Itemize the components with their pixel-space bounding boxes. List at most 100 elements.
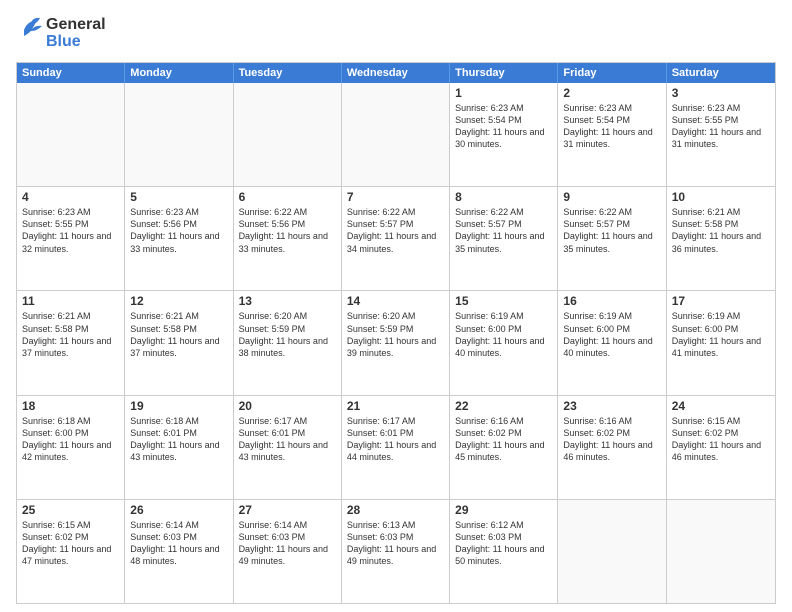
day-number: 18 (22, 399, 119, 413)
day-header-thursday: Thursday (450, 63, 558, 83)
day-header-wednesday: Wednesday (342, 63, 450, 83)
day-number: 2 (563, 86, 660, 100)
day-number: 3 (672, 86, 770, 100)
day-header-saturday: Saturday (667, 63, 775, 83)
day-number: 24 (672, 399, 770, 413)
calendar-cell: 8 Sunrise: 6:22 AM Sunset: 5:57 PM Daylig… (450, 187, 558, 290)
calendar-cell: 12Sunrise: 6:21 AM Sunset: 5:58 PM Dayli… (125, 291, 233, 394)
calendar-cell: 20 Sunrise: 6:17 AM Sunset: 6:01 PM Dayli… (234, 396, 342, 499)
sun-info: Sunrise: 6:16 AM Sunset: 6:02 PM Dayligh… (455, 415, 552, 464)
logo-svg: GeneralBlue (16, 12, 106, 54)
sun-info: Sunrise: 6:19 AM Sunset: 6:00 PM Dayligh… (455, 310, 552, 359)
calendar-cell (558, 500, 666, 603)
day-number: 28 (347, 503, 444, 517)
svg-text:Blue: Blue (46, 33, 81, 50)
day-number: 19 (130, 399, 227, 413)
page: GeneralBlue SundayMondayTuesdayWednesday… (0, 0, 792, 612)
sun-info: Sunrise: 6:22 AM Sunset: 5:56 PM Dayligh… (239, 206, 336, 255)
sun-info: Sunrise: 6:18 AM Sunset: 6:01 PM Dayligh… (130, 415, 227, 464)
day-number: 12 (130, 294, 227, 308)
day-header-tuesday: Tuesday (234, 63, 342, 83)
sun-info: Sunrise: 6:23 AM Sunset: 5:54 PM Dayligh… (455, 102, 552, 151)
calendar-row-2: 11 Sunrise: 6:21 AM Sunset: 5:58 PM Dayli… (17, 290, 775, 394)
sun-info: Sunrise: 6:23 AM Sunset: 5:54 PM Dayligh… (563, 102, 660, 151)
sun-info: Sunrise: 6:23 AM Sunset: 5:55 PM Dayligh… (672, 102, 770, 151)
calendar-row-3: 18Sunrise: 6:18 AM Sunset: 6:00 PM Dayli… (17, 395, 775, 499)
day-number: 14 (347, 294, 444, 308)
sun-info: Sunrise: 6:15 AM Sunset: 6:02 PM Dayligh… (672, 415, 770, 464)
calendar-body: 1 Sunrise: 6:23 AM Sunset: 5:54 PM Daylig… (17, 83, 775, 603)
sun-info: Sunrise: 6:14 AM Sunset: 6:03 PM Dayligh… (239, 519, 336, 568)
day-header-monday: Monday (125, 63, 233, 83)
day-number: 1 (455, 86, 552, 100)
calendar-cell (234, 83, 342, 186)
sun-info: Sunrise: 6:23 AM Sunset: 5:55 PM Dayligh… (22, 206, 119, 255)
day-number: 23 (563, 399, 660, 413)
calendar-cell: 9 Sunrise: 6:22 AM Sunset: 5:57 PM Daylig… (558, 187, 666, 290)
calendar-cell: 19 Sunrise: 6:18 AM Sunset: 6:01 PM Dayli… (125, 396, 233, 499)
calendar-cell: 2 Sunrise: 6:23 AM Sunset: 5:54 PM Daylig… (558, 83, 666, 186)
calendar-cell (17, 83, 125, 186)
header: GeneralBlue (16, 12, 776, 54)
sun-info: Sunrise: 6:19 AM Sunset: 6:00 PM Dayligh… (563, 310, 660, 359)
calendar: SundayMondayTuesdayWednesdayThursdayFrid… (16, 62, 776, 604)
calendar-cell: 10 Sunrise: 6:21 AM Sunset: 5:58 PM Dayli… (667, 187, 775, 290)
day-number: 29 (455, 503, 552, 517)
calendar-cell: 5Sunrise: 6:23 AM Sunset: 5:56 PM Daylig… (125, 187, 233, 290)
calendar-cell: 27Sunrise: 6:14 AM Sunset: 6:03 PM Dayli… (234, 500, 342, 603)
day-number: 20 (239, 399, 336, 413)
calendar-cell (342, 83, 450, 186)
day-number: 13 (239, 294, 336, 308)
day-number: 7 (347, 190, 444, 204)
calendar-row-1: 4 Sunrise: 6:23 AM Sunset: 5:55 PM Daylig… (17, 186, 775, 290)
calendar-cell: 21 Sunrise: 6:17 AM Sunset: 6:01 PM Dayli… (342, 396, 450, 499)
day-number: 11 (22, 294, 119, 308)
logo: GeneralBlue (16, 12, 106, 54)
sun-info: Sunrise: 6:19 AM Sunset: 6:00 PM Dayligh… (672, 310, 770, 359)
calendar-cell (667, 500, 775, 603)
calendar-cell: 23 Sunrise: 6:16 AM Sunset: 6:02 PM Dayli… (558, 396, 666, 499)
day-number: 17 (672, 294, 770, 308)
day-number: 10 (672, 190, 770, 204)
calendar-cell (125, 83, 233, 186)
day-number: 6 (239, 190, 336, 204)
day-number: 5 (130, 190, 227, 204)
calendar-cell: 15 Sunrise: 6:19 AM Sunset: 6:00 PM Dayli… (450, 291, 558, 394)
day-number: 9 (563, 190, 660, 204)
calendar-row-4: 25Sunrise: 6:15 AM Sunset: 6:02 PM Dayli… (17, 499, 775, 603)
calendar-cell: 17 Sunrise: 6:19 AM Sunset: 6:00 PM Dayli… (667, 291, 775, 394)
day-number: 21 (347, 399, 444, 413)
day-number: 4 (22, 190, 119, 204)
day-number: 15 (455, 294, 552, 308)
calendar-row-0: 1 Sunrise: 6:23 AM Sunset: 5:54 PM Daylig… (17, 83, 775, 186)
calendar-cell: 14 Sunrise: 6:20 AM Sunset: 5:59 PM Dayli… (342, 291, 450, 394)
calendar-header: SundayMondayTuesdayWednesdayThursdayFrid… (17, 63, 775, 83)
calendar-cell: 26Sunrise: 6:14 AM Sunset: 6:03 PM Dayli… (125, 500, 233, 603)
sun-info: Sunrise: 6:17 AM Sunset: 6:01 PM Dayligh… (239, 415, 336, 464)
calendar-cell: 11 Sunrise: 6:21 AM Sunset: 5:58 PM Dayli… (17, 291, 125, 394)
sun-info: Sunrise: 6:12 AM Sunset: 6:03 PM Dayligh… (455, 519, 552, 568)
calendar-cell: 4 Sunrise: 6:23 AM Sunset: 5:55 PM Daylig… (17, 187, 125, 290)
sun-info: Sunrise: 6:16 AM Sunset: 6:02 PM Dayligh… (563, 415, 660, 464)
calendar-cell: 25Sunrise: 6:15 AM Sunset: 6:02 PM Dayli… (17, 500, 125, 603)
sun-info: Sunrise: 6:22 AM Sunset: 5:57 PM Dayligh… (563, 206, 660, 255)
day-number: 16 (563, 294, 660, 308)
calendar-cell: 29 Sunrise: 6:12 AM Sunset: 6:03 PM Dayli… (450, 500, 558, 603)
calendar-cell: 7Sunrise: 6:22 AM Sunset: 5:57 PM Daylig… (342, 187, 450, 290)
sun-info: Sunrise: 6:15 AM Sunset: 6:02 PM Dayligh… (22, 519, 119, 568)
sun-info: Sunrise: 6:17 AM Sunset: 6:01 PM Dayligh… (347, 415, 444, 464)
calendar-cell: 24 Sunrise: 6:15 AM Sunset: 6:02 PM Dayli… (667, 396, 775, 499)
day-header-friday: Friday (558, 63, 666, 83)
sun-info: Sunrise: 6:21 AM Sunset: 5:58 PM Dayligh… (672, 206, 770, 255)
sun-info: Sunrise: 6:20 AM Sunset: 5:59 PM Dayligh… (347, 310, 444, 359)
sun-info: Sunrise: 6:22 AM Sunset: 5:57 PM Dayligh… (455, 206, 552, 255)
calendar-cell: 22Sunrise: 6:16 AM Sunset: 6:02 PM Dayli… (450, 396, 558, 499)
day-number: 26 (130, 503, 227, 517)
day-number: 8 (455, 190, 552, 204)
calendar-cell: 1 Sunrise: 6:23 AM Sunset: 5:54 PM Daylig… (450, 83, 558, 186)
sun-info: Sunrise: 6:21 AM Sunset: 5:58 PM Dayligh… (22, 310, 119, 359)
sun-info: Sunrise: 6:13 AM Sunset: 6:03 PM Dayligh… (347, 519, 444, 568)
calendar-cell: 6 Sunrise: 6:22 AM Sunset: 5:56 PM Daylig… (234, 187, 342, 290)
calendar-cell: 13Sunrise: 6:20 AM Sunset: 5:59 PM Dayli… (234, 291, 342, 394)
day-header-sunday: Sunday (17, 63, 125, 83)
